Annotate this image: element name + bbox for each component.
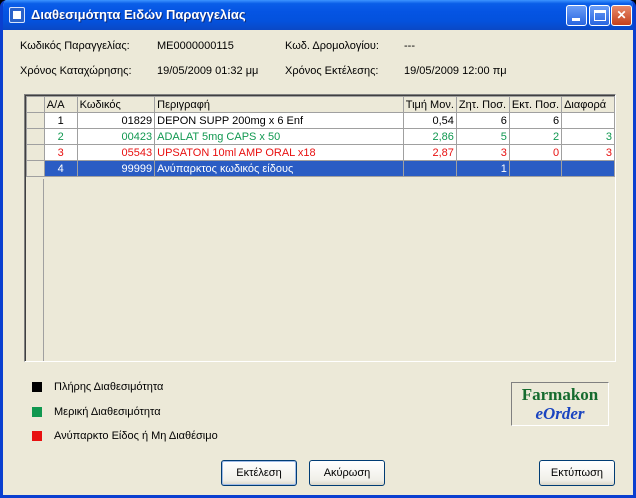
cell-description[interactable]: Ανύπαρκτος κωδικός είδους xyxy=(154,160,404,177)
cell-aa[interactable]: 4 xyxy=(43,160,78,177)
column-header-aa[interactable]: Α/Α xyxy=(43,96,78,113)
minimize-icon xyxy=(572,18,580,21)
farmakon-eorder-logo: Farmakon eOrder xyxy=(511,382,609,426)
cell-requested-qty[interactable]: 3 xyxy=(455,144,510,161)
title-bar[interactable]: Διαθεσιμότητα Ειδών Παραγγελίας ✕ xyxy=(3,0,633,30)
cell-executed-qty[interactable]: 6 xyxy=(508,112,563,129)
cell-code[interactable]: 00423 xyxy=(76,128,156,145)
cell-code[interactable]: 05543 xyxy=(76,144,156,161)
cell-description[interactable]: UPSATON 10ml AMP ORAL x18 xyxy=(154,144,404,161)
legend-swatch-unavailable xyxy=(32,431,42,441)
executed-time-value: 19/05/2009 12:00 πμ xyxy=(404,65,507,77)
grid-header-row: Α/Α Κωδικός Περιγραφή Τιμή Μον. Ζητ. Ποσ… xyxy=(26,96,615,113)
column-header-code[interactable]: Κωδικός xyxy=(76,96,156,113)
legend-label-unavailable: Ανύπαρκτο Είδος ή Μη Διαθέσιμο xyxy=(54,430,218,442)
cell-code[interactable]: 01829 xyxy=(76,112,156,129)
legend-swatch-full xyxy=(32,382,42,392)
cell-unit-price[interactable]: 0,54 xyxy=(402,112,457,129)
app-icon xyxy=(9,7,25,23)
close-icon: ✕ xyxy=(616,8,627,22)
cell-requested-qty[interactable]: 6 xyxy=(455,112,510,129)
route-code-label: Κωδ. Δρομολογίου: xyxy=(285,40,379,52)
cell-difference[interactable]: 3 xyxy=(561,128,615,145)
cell-description[interactable]: DEPON SUPP 200mg x 6 Enf xyxy=(154,112,404,129)
executed-time-label: Χρόνος Εκτέλεσης: xyxy=(285,65,379,77)
cell-aa[interactable]: 3 xyxy=(43,144,78,161)
cell-executed-qty[interactable] xyxy=(508,160,563,177)
cell-difference[interactable] xyxy=(561,160,615,177)
legend-label-partial: Μερική Διαθεσιμότητα xyxy=(54,406,161,418)
order-code-label: Κωδικός Παραγγελίας: xyxy=(20,40,130,52)
cell-unit-price[interactable]: 2,86 xyxy=(402,128,457,145)
row-selector[interactable] xyxy=(26,144,45,161)
minimize-button[interactable] xyxy=(566,5,587,26)
table-row[interactable]: 1 01829 DEPON SUPP 200mg x 6 Enf 0,54 6 … xyxy=(26,112,615,129)
window-title: Διαθεσιμότητα Ειδών Παραγγελίας xyxy=(31,7,246,22)
registered-time-label: Χρόνος Καταχώρησης: xyxy=(20,65,132,77)
cell-executed-qty[interactable]: 2 xyxy=(508,128,563,145)
row-selector-column-empty xyxy=(26,179,44,361)
row-selector[interactable] xyxy=(26,160,45,177)
legend-label-full: Πλήρης Διαθεσιμότητα xyxy=(54,381,164,393)
table-row[interactable]: 2 00423 ADALAT 5mg CAPS x 50 2,86 5 2 3 xyxy=(26,128,615,145)
close-button[interactable]: ✕ xyxy=(611,5,632,26)
availability-window: Διαθεσιμότητα Ειδών Παραγγελίας ✕ Κωδικό… xyxy=(0,0,636,498)
route-code-value: --- xyxy=(404,40,415,52)
column-header-description[interactable]: Περιγραφή xyxy=(154,96,404,113)
row-selector-header[interactable] xyxy=(26,96,45,113)
table-row[interactable]: 3 05543 UPSATON 10ml AMP ORAL x18 2,87 3… xyxy=(26,144,615,161)
row-selector[interactable] xyxy=(26,112,45,129)
execute-button[interactable]: Εκτέλεση xyxy=(221,460,297,486)
registered-time-value: 19/05/2009 01:32 μμ xyxy=(157,65,259,77)
maximize-icon xyxy=(594,10,606,21)
cell-difference[interactable] xyxy=(561,112,615,129)
cancel-button[interactable]: Ακύρωση xyxy=(309,460,385,486)
legend-swatch-partial xyxy=(32,407,42,417)
cell-code[interactable]: 99999 xyxy=(76,160,156,177)
logo-line-2: eOrder xyxy=(535,404,585,423)
items-grid[interactable]: Α/Α Κωδικός Περιγραφή Τιμή Μον. Ζητ. Ποσ… xyxy=(24,94,616,362)
column-header-executed-qty[interactable]: Εκτ. Ποσ. xyxy=(508,96,563,113)
cell-difference[interactable]: 3 xyxy=(561,144,615,161)
cell-description[interactable]: ADALAT 5mg CAPS x 50 xyxy=(154,128,404,145)
print-button[interactable]: Εκτύπωση xyxy=(539,460,615,486)
order-code-value: ME0000000115 xyxy=(157,40,234,52)
table-row-selected[interactable]: 4 99999 Ανύπαρκτος κωδικός είδους 1 xyxy=(26,160,615,177)
cell-executed-qty[interactable]: 0 xyxy=(508,144,563,161)
cell-unit-price[interactable] xyxy=(402,160,457,177)
cell-aa[interactable]: 1 xyxy=(43,112,78,129)
cell-aa[interactable]: 2 xyxy=(43,128,78,145)
row-selector[interactable] xyxy=(26,128,45,145)
items-table: Α/Α Κωδικός Περιγραφή Τιμή Μον. Ζητ. Ποσ… xyxy=(26,96,615,177)
column-header-difference[interactable]: Διαφορά xyxy=(561,96,615,113)
cell-requested-qty[interactable]: 5 xyxy=(455,128,510,145)
column-header-requested-qty[interactable]: Ζητ. Ποσ. xyxy=(455,96,510,113)
cell-requested-qty[interactable]: 1 xyxy=(455,160,510,177)
maximize-button[interactable] xyxy=(589,5,610,26)
column-header-unit-price[interactable]: Τιμή Μον. xyxy=(402,96,457,113)
logo-line-1: Farmakon xyxy=(521,385,599,404)
cell-unit-price[interactable]: 2,87 xyxy=(402,144,457,161)
